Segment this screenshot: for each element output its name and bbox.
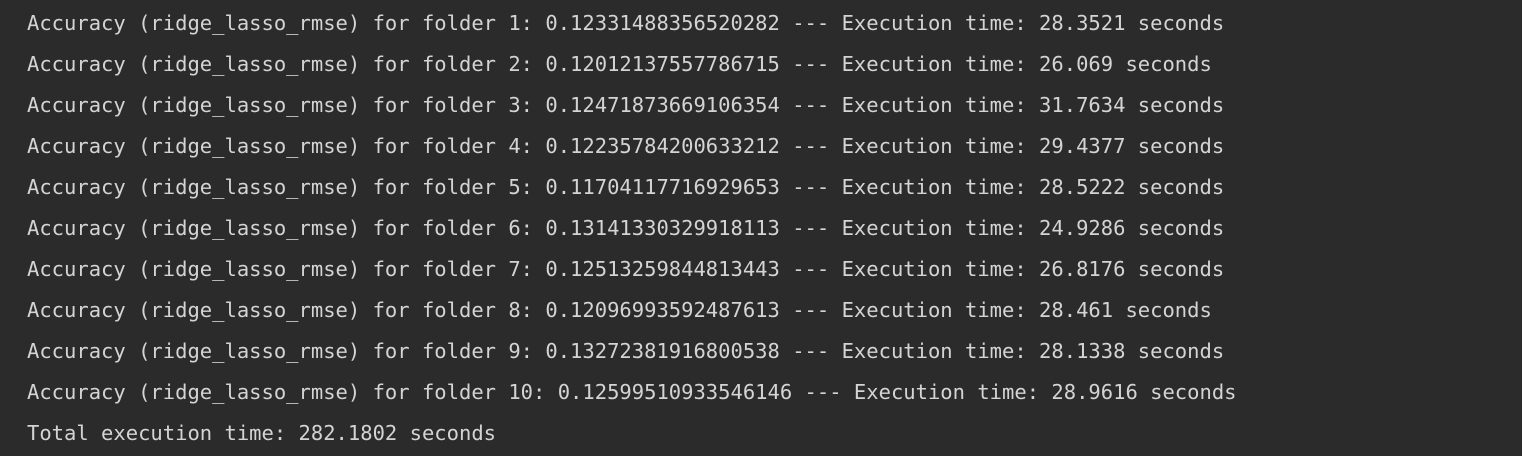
console-line-folder-3: Accuracy (ridge_lasso_rmse) for folder 3… [27, 93, 1225, 117]
console-line-folder-2: Accuracy (ridge_lasso_rmse) for folder 2… [27, 52, 1212, 76]
console-line-total-time: Total execution time: 282.1802 seconds [27, 421, 496, 445]
console-line-folder-10: Accuracy (ridge_lasso_rmse) for folder 1… [27, 380, 1237, 404]
console-line-folder-7: Accuracy (ridge_lasso_rmse) for folder 7… [27, 257, 1225, 281]
console-line-folder-1: Accuracy (ridge_lasso_rmse) for folder 1… [27, 11, 1225, 35]
console-line-folder-6: Accuracy (ridge_lasso_rmse) for folder 6… [27, 216, 1225, 240]
console-line-folder-4: Accuracy (ridge_lasso_rmse) for folder 4… [27, 134, 1225, 158]
console-line-folder-5: Accuracy (ridge_lasso_rmse) for folder 5… [27, 175, 1225, 199]
console-line-folder-8: Accuracy (ridge_lasso_rmse) for folder 8… [27, 298, 1212, 322]
console-line-folder-9: Accuracy (ridge_lasso_rmse) for folder 9… [27, 339, 1225, 363]
console-output[interactable]: Accuracy (ridge_lasso_rmse) for folder 1… [0, 0, 1522, 456]
